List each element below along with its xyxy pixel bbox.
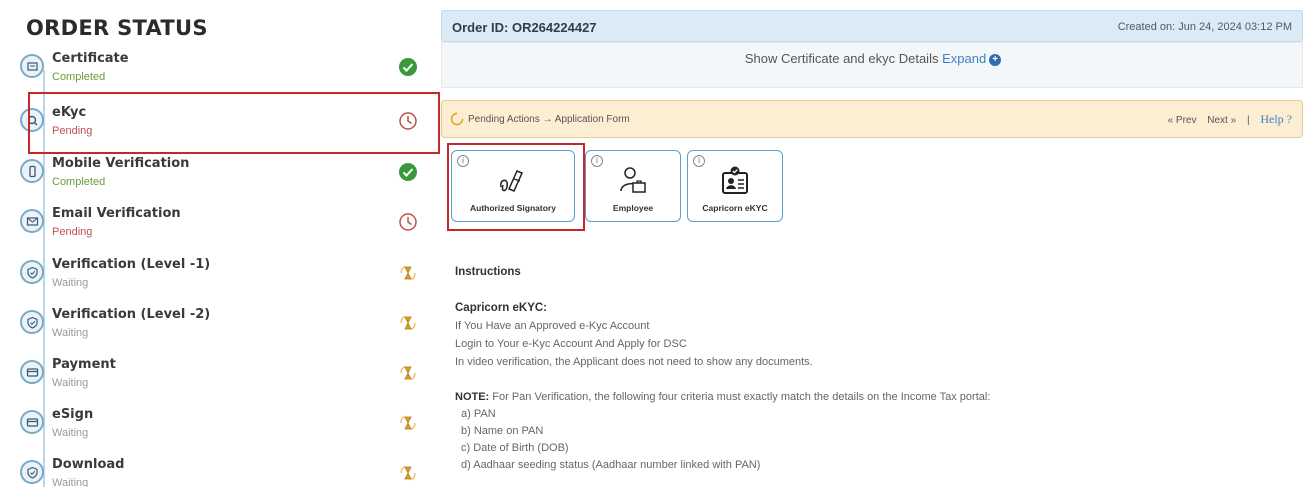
order-detail-panel: Order ID: OR264224427 Created on: Jun 24… xyxy=(441,10,1303,487)
hourglass-icon xyxy=(400,365,416,381)
criteria-item: a) PAN xyxy=(461,408,496,420)
step-name: Certificate xyxy=(52,51,129,66)
created-date: Created on: Jun 24, 2024 03:12 PM xyxy=(1117,21,1292,33)
card-icon xyxy=(26,367,38,377)
shield-icon xyxy=(26,466,38,479)
shield-icon-badge xyxy=(20,460,44,484)
status-step[interactable]: Download Waiting xyxy=(12,456,426,487)
note-label: NOTE: xyxy=(455,391,490,403)
step-status: Waiting xyxy=(52,427,89,439)
pager: « Prev Next » | Help ? xyxy=(1160,112,1292,127)
card-label: Capricorn eKYC xyxy=(702,203,768,213)
order-id: Order ID: OR264224427 xyxy=(452,20,597,35)
pending-actions-bar: Pending Actions → Application Form « Pre… xyxy=(441,100,1303,138)
hourglass-icon xyxy=(400,465,416,481)
instruction-line: In video verification, the Applicant doe… xyxy=(455,356,813,368)
status-step[interactable]: eSign Waiting xyxy=(12,406,426,456)
step-name: Email Verification xyxy=(52,206,181,221)
step-status: Completed xyxy=(52,71,106,83)
step-status: Waiting xyxy=(52,377,89,389)
mail-icon xyxy=(26,216,38,226)
shield-icon xyxy=(26,266,38,279)
step-name: Verification (Level -2) xyxy=(52,307,211,322)
help-link[interactable]: Help ? xyxy=(1260,112,1292,126)
criteria-item: d) Aadhaar seeding status (Aadhaar numbe… xyxy=(461,459,761,471)
expand-text: Show Certificate and ekyc Details Expand… xyxy=(442,51,1304,66)
next-link[interactable]: Next » xyxy=(1207,115,1236,126)
mail-icon-badge xyxy=(20,209,44,233)
order-status-title: ORDER STATUS xyxy=(26,16,208,40)
note-line: NOTE: For Pan Verification, the followin… xyxy=(455,391,990,403)
hourglass-icon xyxy=(400,265,416,281)
instructions-subheading: Capricorn eKYC: xyxy=(455,302,548,314)
step-name: Download xyxy=(52,457,125,472)
status-step[interactable]: Email Verification Pending xyxy=(12,205,426,255)
card-capricorn-ekyc[interactable]: i Capricorn eKYC xyxy=(687,150,783,222)
card-employee[interactable]: i Employee xyxy=(585,150,681,222)
shield-icon-badge xyxy=(20,310,44,334)
step-name: Mobile Verification xyxy=(52,156,190,171)
instructions-heading: Instructions xyxy=(455,266,521,278)
employee-icon xyxy=(620,167,646,193)
expand-plus-icon[interactable]: + xyxy=(989,53,1002,66)
status-step[interactable]: Verification (Level -2) Waiting xyxy=(12,306,426,356)
step-status: Waiting xyxy=(52,277,89,289)
status-step[interactable]: Mobile Verification Completed xyxy=(12,155,426,205)
card-icon xyxy=(26,417,38,427)
check-icon xyxy=(399,163,417,181)
step-status: Waiting xyxy=(52,327,89,339)
expand-link[interactable]: Expand xyxy=(942,51,986,66)
pager-separator: | xyxy=(1246,115,1250,126)
ekyc-highlight-box xyxy=(28,92,440,154)
clock-icon xyxy=(399,213,417,231)
instruction-line: Login to Your e-Kyc Account And Apply fo… xyxy=(455,338,687,350)
status-step[interactable]: Payment Waiting xyxy=(12,356,426,406)
card-icon-badge xyxy=(20,410,44,434)
criteria-item: c) Date of Birth (DOB) xyxy=(461,442,569,454)
step-status: Pending xyxy=(52,226,93,238)
order-header: Order ID: OR264224427 Created on: Jun 24… xyxy=(441,10,1303,42)
step-name: eSign xyxy=(52,407,94,422)
expand-details-bar: Show Certificate and ekyc Details Expand… xyxy=(441,42,1303,88)
mobile-icon-badge xyxy=(20,159,44,183)
order-status-panel: ORDER STATUS Certificate Completed eKyc Pen… xyxy=(12,0,440,487)
id-card-icon xyxy=(722,166,748,194)
note-text: For Pan Verification, the following four… xyxy=(489,391,991,403)
expand-label: Show Certificate and ekyc Details xyxy=(744,51,943,66)
status-step[interactable]: Verification (Level -1) Waiting xyxy=(12,256,426,306)
prev-link[interactable]: « Prev xyxy=(1168,115,1197,126)
criteria-item: b) Name on PAN xyxy=(461,425,544,437)
pending-icon xyxy=(450,112,464,126)
step-status: Waiting xyxy=(52,477,89,487)
shield-icon-badge xyxy=(20,260,44,284)
step-status: Completed xyxy=(52,176,106,188)
instruction-line: If You Have an Approved e-Kyc Account xyxy=(455,320,650,332)
hourglass-icon xyxy=(400,415,416,431)
check-icon xyxy=(399,58,417,76)
card-icon-badge xyxy=(20,360,44,384)
mobile-icon xyxy=(28,165,36,177)
card-label: Employee xyxy=(612,203,654,213)
shield-icon xyxy=(26,316,38,329)
certificate-icon-badge xyxy=(20,54,44,78)
step-name: Payment xyxy=(52,357,116,372)
certificate-icon xyxy=(26,61,38,71)
authorized-signatory-highlight-box xyxy=(447,143,585,231)
hourglass-icon xyxy=(400,315,416,331)
step-name: Verification (Level -1) xyxy=(52,257,211,272)
breadcrumb: Pending Actions → Application Form xyxy=(468,114,630,125)
